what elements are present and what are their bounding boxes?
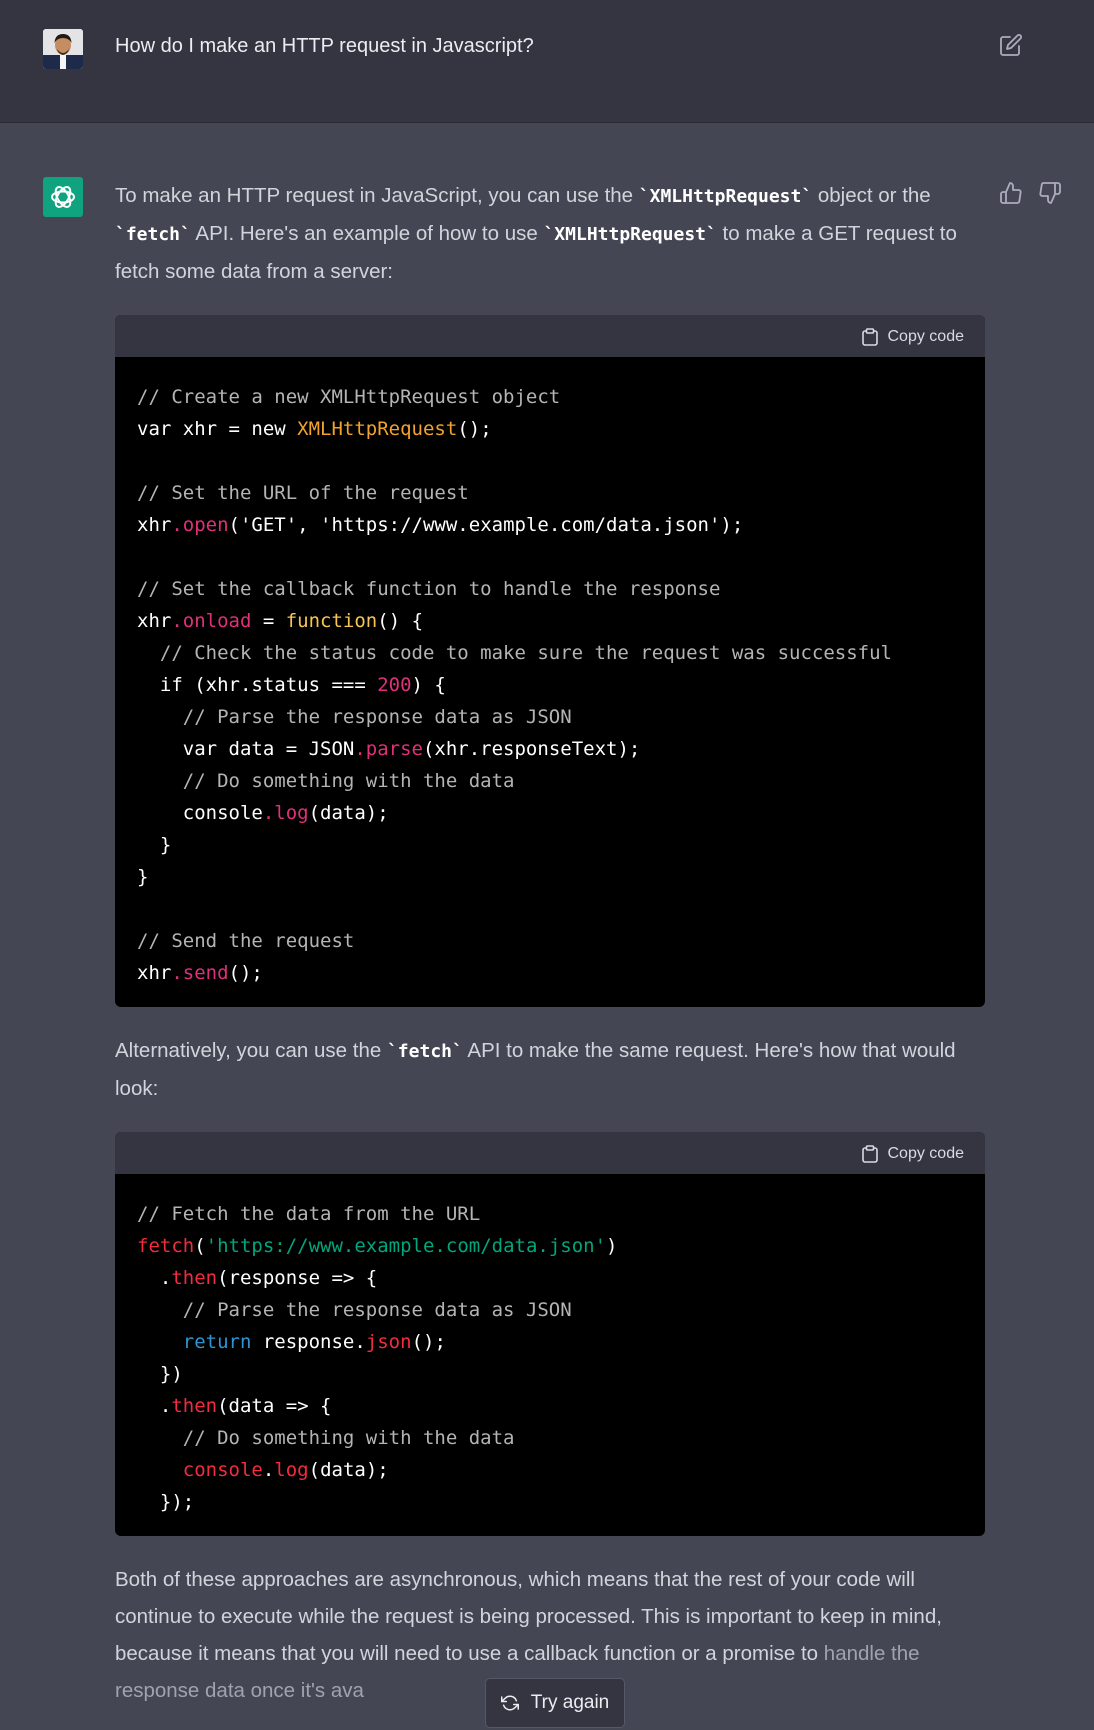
user-message-row: How do I make an HTTP request in Javascr… <box>0 0 1094 123</box>
code-comment: // Set the URL of the request <box>137 482 469 504</box>
assistant-message-content: To make an HTTP request in JavaScript, y… <box>115 177 985 1709</box>
code-token: console <box>137 802 263 824</box>
code-block-header: Copy code <box>115 1132 985 1174</box>
code-token: }); <box>137 1491 195 1513</box>
code-token: () { <box>377 610 424 632</box>
try-again-button[interactable]: Try again <box>485 1678 625 1728</box>
code-comment: // Set the callback function to handle t… <box>137 578 721 600</box>
code-token: (response => { <box>217 1267 378 1289</box>
code-token: return <box>182 1331 252 1353</box>
code-xhr: // Create a new XMLHttpRequest object va… <box>115 357 985 1007</box>
code-comment: // Send the request <box>137 930 355 952</box>
inline-code: `fetch` <box>115 224 191 245</box>
code-token: .open <box>171 514 229 536</box>
code-token: . <box>137 1267 172 1289</box>
intro-paragraph: To make an HTTP request in JavaScript, y… <box>115 177 985 290</box>
code-token: fetch <box>137 1235 195 1257</box>
code-comment: // Check the status code to make sure th… <box>137 642 892 664</box>
assistant-avatar <box>43 177 83 217</box>
thumbs-up-icon[interactable] <box>999 181 1023 205</box>
code-token: (data); <box>308 802 389 824</box>
code-block-header: Copy code <box>115 315 985 357</box>
code-token: }) <box>137 1363 183 1385</box>
code-comment: // Do something with the data <box>137 1427 515 1449</box>
openai-logo-icon <box>51 186 75 208</box>
copy-code-button[interactable]: Copy code <box>861 1143 965 1165</box>
code-token: if (xhr.status === <box>137 674 378 696</box>
code-token: xhr <box>137 962 172 984</box>
code-token: = <box>251 610 286 632</box>
code-token: ( <box>194 1235 206 1257</box>
code-token: ('GET', 'https://www.example.com/data.js… <box>228 514 744 536</box>
code-token: } <box>137 866 149 888</box>
code-token: ) { <box>411 674 446 696</box>
code-comment: // Parse the response data as JSON <box>137 1299 572 1321</box>
code-token: 200 <box>377 674 412 696</box>
clipboard-icon <box>861 1145 878 1163</box>
user-message-text: How do I make an HTTP request in Javascr… <box>115 35 534 57</box>
code-token: xhr <box>137 610 172 632</box>
code-token: 'https://www.example.com/data.json' <box>205 1235 607 1257</box>
copy-code-label: Copy code <box>887 1145 965 1162</box>
code-block-fetch: Copy code // Fetch the data from the URL… <box>115 1132 985 1536</box>
assistant-message-row: To make an HTTP request in JavaScript, y… <box>0 123 1094 1730</box>
text-span: To make an HTTP request in JavaScript, y… <box>115 184 639 207</box>
thumbs-down-icon[interactable] <box>1038 181 1062 205</box>
code-token: (xhr.responseText); <box>422 738 641 760</box>
code-token: (data => { <box>217 1395 332 1417</box>
code-token: var data = JSON <box>137 738 355 760</box>
code-token: var xhr = new <box>137 418 298 440</box>
user-avatar <box>43 29 83 69</box>
code-token: ) <box>606 1235 618 1257</box>
code-token: XMLHttpRequest <box>297 418 458 440</box>
clipboard-icon <box>861 328 878 346</box>
code-token: console <box>182 1459 263 1481</box>
inline-code: `fetch` <box>386 1041 463 1062</box>
code-token: xhr <box>137 514 172 536</box>
code-token: .onload <box>171 610 252 632</box>
code-block-xhr: Copy code // Create a new XMLHttpRequest… <box>115 315 985 1007</box>
code-comment: // Do something with the data <box>137 770 515 792</box>
code-fetch: // Fetch the data from the URL fetch('ht… <box>115 1174 985 1536</box>
code-comment: // Create a new XMLHttpRequest object <box>137 386 561 408</box>
code-token: .send <box>171 962 229 984</box>
code-token: . <box>262 1459 275 1481</box>
code-token: } <box>137 834 172 856</box>
code-comment: // Fetch the data from the URL <box>137 1203 481 1225</box>
inline-code: `XMLHttpRequest` <box>543 224 717 245</box>
copy-code-button[interactable]: Copy code <box>861 326 965 348</box>
code-token: json <box>365 1331 412 1353</box>
code-token: (data); <box>308 1459 389 1481</box>
code-token: (); <box>457 418 492 440</box>
text-span: Alternatively, you can use the <box>115 1039 387 1062</box>
code-token: response. <box>251 1331 366 1353</box>
try-again-label: Try again <box>530 1692 610 1713</box>
copy-code-label: Copy code <box>887 328 965 345</box>
edit-icon[interactable] <box>999 33 1023 57</box>
code-token: log <box>274 1459 309 1481</box>
text-span: API. Here's an example of how to use <box>190 222 544 245</box>
refresh-icon <box>500 1695 519 1711</box>
code-token: . <box>137 1395 172 1417</box>
inline-code: `XMLHttpRequest` <box>638 186 813 207</box>
text-span: Both of these approaches are asynchronou… <box>115 1568 942 1665</box>
code-token: .log <box>262 802 309 824</box>
code-token: then <box>171 1267 218 1289</box>
code-token: then <box>171 1395 218 1417</box>
text-span: object or the <box>812 184 931 207</box>
code-comment: // Parse the response data as JSON <box>137 706 572 728</box>
code-token: (); <box>411 1331 446 1353</box>
code-token: (); <box>228 962 263 984</box>
code-token: function <box>285 610 378 632</box>
middle-paragraph: Alternatively, you can use the `fetch` A… <box>115 1032 985 1107</box>
code-token: .parse <box>354 738 423 760</box>
